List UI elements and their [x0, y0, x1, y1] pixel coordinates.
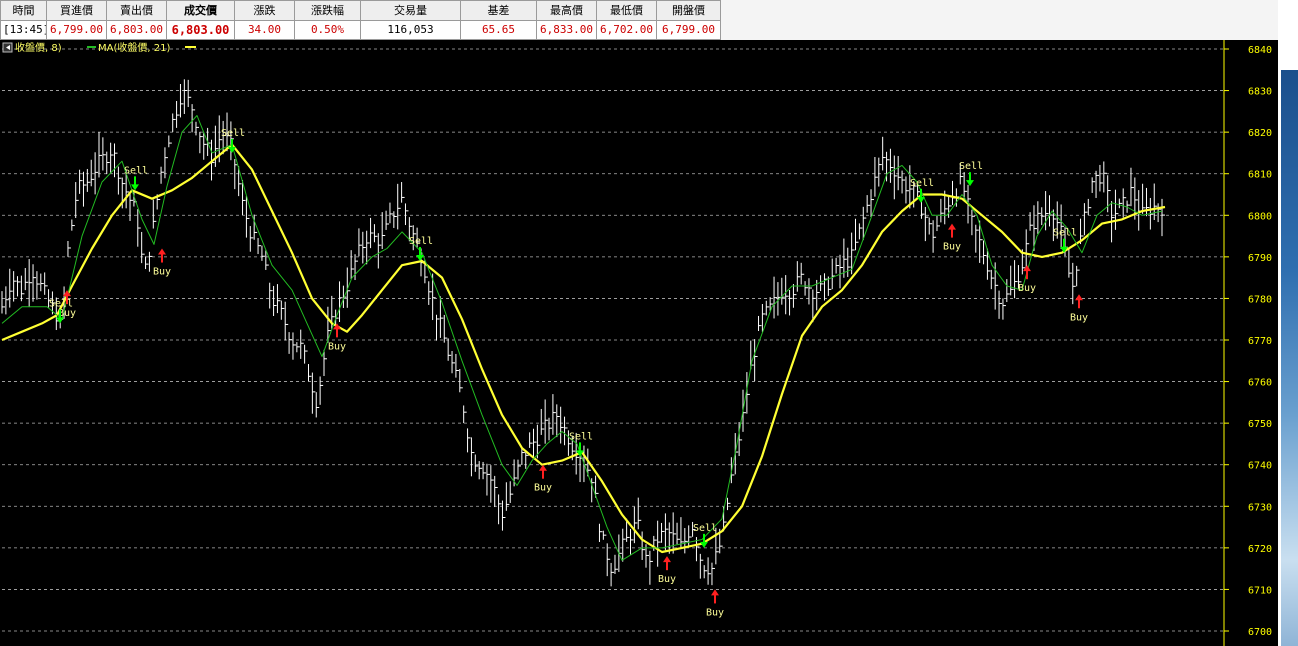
background-photo-strip	[1281, 70, 1298, 646]
value-low: 6,702.00	[596, 19, 657, 40]
value-open: 6,799.00	[656, 19, 721, 40]
sell-label: Sell	[1053, 228, 1077, 239]
buy-label: Buy	[153, 267, 171, 278]
sell-label: Sell	[910, 178, 934, 189]
sell-arrowhead-icon	[416, 255, 424, 262]
buy-arrowhead-icon	[711, 589, 719, 596]
header-bid[interactable]: 買進價	[46, 0, 107, 21]
y-tick-label: 6770	[1248, 336, 1272, 347]
header-basis[interactable]: 基差	[460, 0, 537, 21]
header-low[interactable]: 最低價	[596, 0, 657, 21]
value-change: 34.00	[234, 19, 295, 40]
quote-header-row: 時間 買進價 賣出價 成交價 漲跌 漲跌幅 交易量 基差 最高價 最低價 開盤價	[0, 0, 1278, 21]
y-tick-label: 6700	[1248, 627, 1272, 638]
y-tick-label: 6710	[1248, 585, 1272, 596]
quote-value-row: [13:45] 6,799.00 6,803.00 6,803.00 34.00…	[0, 19, 1278, 40]
y-tick-label: 6780	[1248, 294, 1272, 305]
ma-slow-path	[1, 143, 1166, 554]
value-ask: 6,803.00	[106, 19, 167, 40]
header-volume[interactable]: 交易量	[360, 0, 461, 21]
sell-label: Sell	[49, 298, 73, 309]
y-tick-label: 6720	[1248, 544, 1272, 555]
buy-label: Buy	[534, 483, 552, 494]
legend: 收盤價, 8) MA(收盤價, 21)	[2, 41, 196, 54]
header-time[interactable]: 時間	[0, 0, 47, 21]
sell-label: Sell	[959, 161, 983, 172]
price-chart[interactable]: Buy Sell Sell Buy Sell Buy Sell Buy Sell Buy Sell B…	[0, 40, 1278, 646]
sell-arrowhead-icon	[228, 146, 236, 153]
value-high: 6,833.00	[536, 19, 597, 40]
value-filler	[720, 20, 1278, 40]
sell-arrowhead-icon	[966, 180, 974, 187]
buy-arrowhead-icon	[948, 223, 956, 230]
ma-fast-line	[1, 115, 1163, 561]
buy-label: Buy	[943, 242, 961, 253]
y-tick-label: 6760	[1248, 378, 1272, 389]
value-basis: 65.65	[460, 19, 537, 40]
y-tick-label: 6790	[1248, 253, 1272, 264]
y-tick-label: 6740	[1248, 461, 1272, 472]
signals: Buy Sell Sell Buy Sell Buy Sell Buy Sell Buy Sell B…	[49, 128, 1088, 619]
y-tick-label: 6800	[1248, 211, 1272, 222]
buy-arrowhead-icon	[539, 464, 547, 471]
value-change-pct: 0.50%	[294, 19, 361, 40]
sell-label: Sell	[693, 523, 717, 534]
header-last[interactable]: 成交價	[166, 0, 235, 21]
y-axis: 6840 6830 6820 6810 6800 6790 6780 6770 6760 6750…	[1223, 40, 1272, 646]
value-bid: 6,799.00	[46, 19, 107, 40]
quote-table: 時間 買進價 賣出價 成交價 漲跌 漲跌幅 交易量 基差 最高價 最低價 開盤價…	[0, 0, 1278, 40]
legend-ma-fast: 收盤價, 8)	[15, 41, 62, 54]
buy-label: Buy	[706, 607, 724, 618]
header-high[interactable]: 最高價	[536, 0, 597, 21]
header-filler	[720, 0, 1278, 20]
y-tick-label: 6820	[1248, 128, 1272, 139]
value-last: 6,803.00	[166, 19, 235, 40]
sell-label: Sell	[569, 431, 593, 442]
grid-lines	[2, 48, 1224, 632]
value-volume: 116,053	[360, 19, 461, 40]
price-bars	[1, 79, 1165, 587]
buy-label: Buy	[1018, 283, 1036, 294]
buy-arrowhead-icon	[663, 556, 671, 563]
buy-label: Buy	[328, 341, 346, 352]
buy-label: Buy	[658, 574, 676, 585]
header-ask[interactable]: 賣出價	[106, 0, 167, 21]
buy-arrowhead-icon	[158, 248, 166, 255]
y-tick-label: 6730	[1248, 502, 1272, 513]
sell-label: Sell	[221, 128, 245, 139]
sell-arrowhead-icon	[56, 317, 64, 324]
y-tick-label: 6830	[1248, 87, 1272, 98]
y-tick-label: 6810	[1248, 170, 1272, 181]
sell-label: Sell	[124, 165, 148, 176]
buy-arrowhead-icon	[1075, 294, 1083, 301]
legend-ma-slow: MA(收盤價, 21)	[98, 41, 170, 54]
sell-label: Sell	[409, 236, 433, 247]
y-tick-label: 6750	[1248, 419, 1272, 430]
sell-arrowhead-icon	[917, 196, 925, 203]
value-time: [13:45]	[0, 19, 47, 40]
header-open[interactable]: 開盤價	[656, 0, 721, 21]
ma-fast-path	[1, 115, 1163, 561]
y-tick-label: 6840	[1248, 45, 1272, 56]
header-change-pct[interactable]: 漲跌幅	[294, 0, 361, 21]
chart-canvas[interactable]: Buy Sell Sell Buy Sell Buy Sell Buy Sell Buy Sell B…	[0, 40, 1278, 646]
header-change[interactable]: 漲跌	[234, 0, 295, 21]
ma-slow-line	[1, 143, 1166, 554]
buy-label: Buy	[1070, 312, 1088, 323]
